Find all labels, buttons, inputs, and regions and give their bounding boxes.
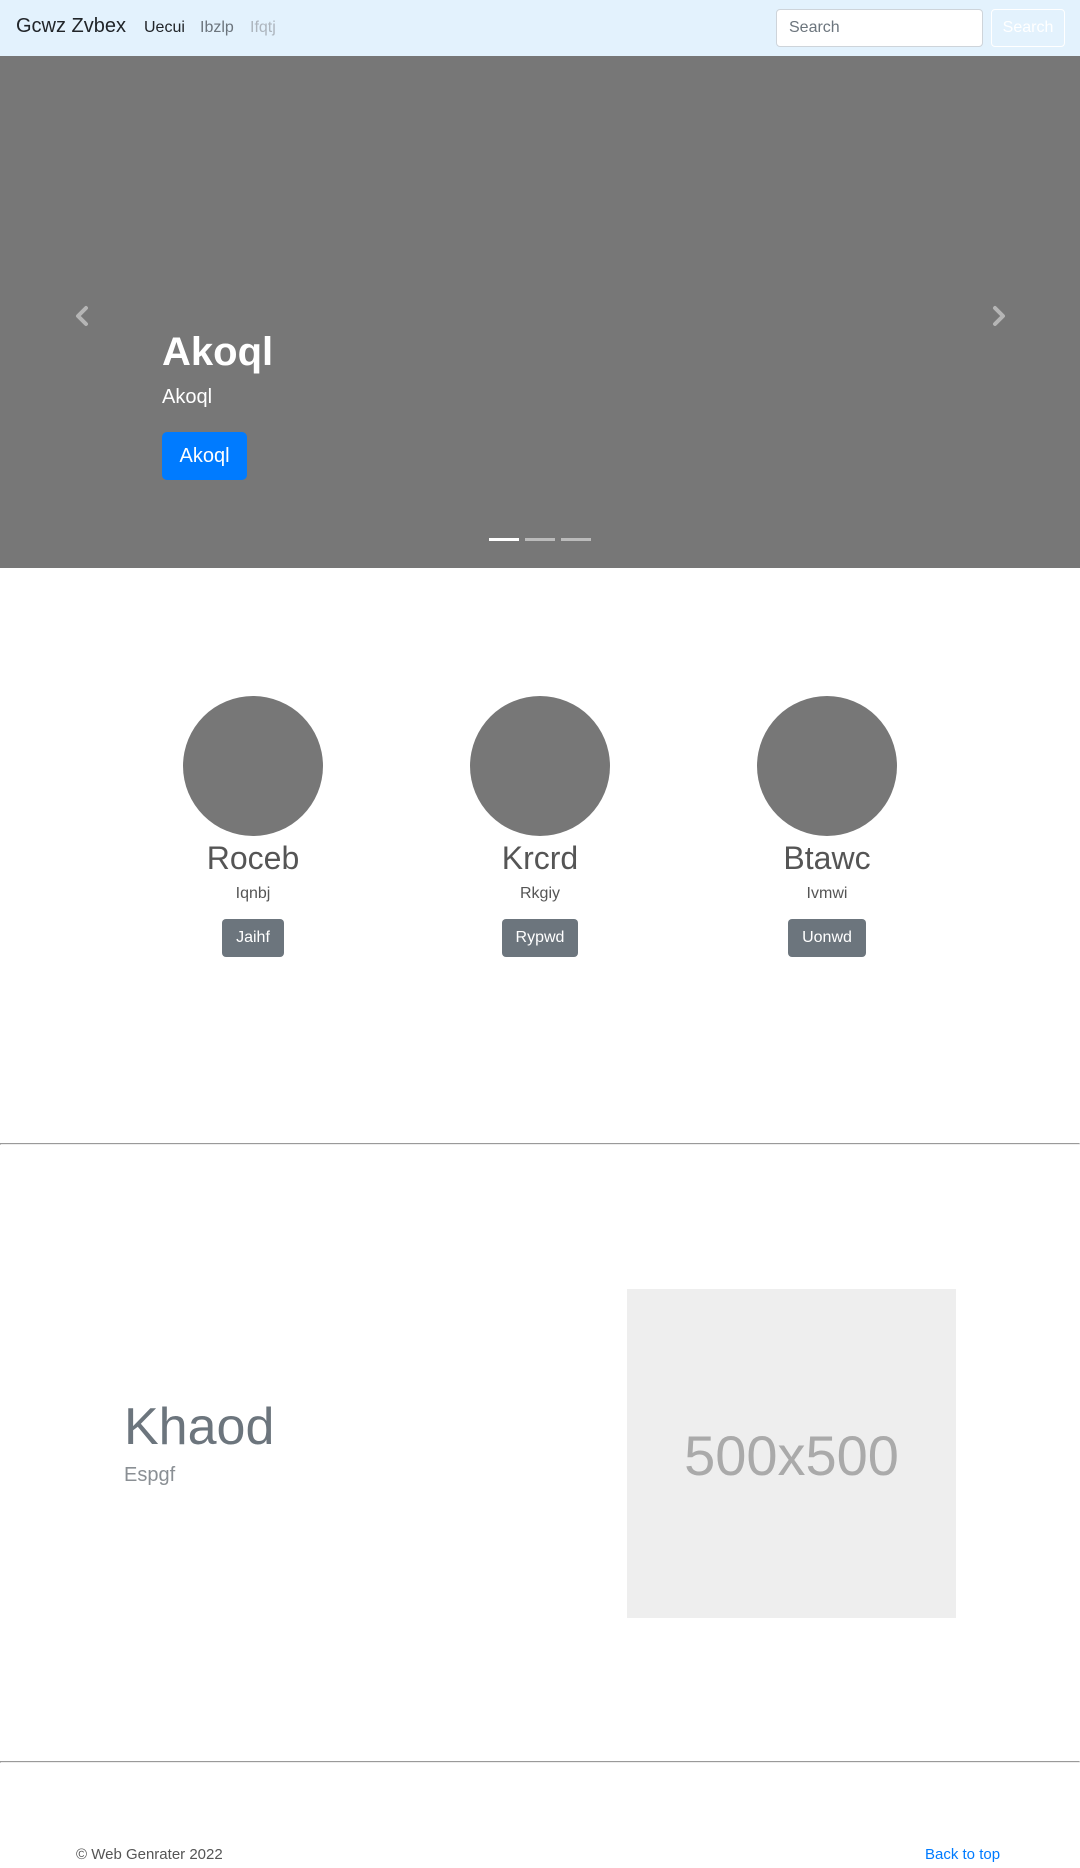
carousel-caption-title: Akoql [162, 330, 274, 374]
chevron-right-icon [993, 306, 1005, 326]
marketing-section: Roceb Iqnbj Jaihf Krcrd Rkgiy Rypwd Btaw… [0, 568, 1080, 1144]
column-heading: Roceb [206, 840, 300, 876]
avatar-placeholder [183, 696, 323, 836]
carousel-next-button[interactable] [979, 296, 1019, 336]
section-divider [0, 1761, 1080, 1763]
carousel-indicator-2[interactable] [525, 538, 555, 541]
column-heading: Btawc [783, 840, 871, 876]
featurette-heading: Khaod [124, 1398, 275, 1456]
column-text: Iqnbj [235, 885, 271, 902]
column-button[interactable]: Uonwd [788, 919, 866, 957]
carousel-indicator-3[interactable] [561, 538, 591, 541]
navbar-brand[interactable]: Gcwz Zvbex [16, 15, 126, 38]
column-text: Rkgiy [519, 885, 560, 902]
column-text: Ivmwi [806, 885, 848, 902]
back-to-top-link[interactable]: Back to top [925, 1846, 1000, 1863]
column-button[interactable]: Rypwd [501, 919, 579, 957]
marketing-column: Roceb Iqnbj Jaihf [143, 696, 363, 957]
carousel-indicator-1[interactable] [489, 538, 519, 541]
search-button[interactable]: Search [991, 9, 1065, 47]
carousel-caption-text: Akoql [162, 386, 213, 408]
nav-link-ifqtj[interactable]: Ifqtj [250, 19, 276, 37]
navbar: Gcwz Zvbex Uecui Ibzlp Ifqtj Search [0, 0, 1080, 56]
featurette-text: Espgf [124, 1464, 176, 1486]
footer-copyright: © Web Genrater 2022 [76, 1846, 223, 1863]
search-input[interactable] [776, 9, 983, 47]
section-divider [0, 1143, 1080, 1145]
column-button[interactable]: Jaihf [222, 919, 284, 957]
nav-link-uecui[interactable]: Uecui [144, 19, 185, 37]
nav-link-ibzlp[interactable]: Ibzlp [200, 19, 234, 37]
avatar-placeholder [757, 696, 897, 836]
chevron-left-icon [76, 306, 88, 326]
column-heading: Krcrd [501, 840, 579, 876]
hero-carousel: Akoql Akoql Akoql [0, 56, 1080, 568]
marketing-column: Krcrd Rkgiy Rypwd [430, 696, 650, 957]
carousel-prev-button[interactable] [62, 296, 102, 336]
image-size-label: 500x500 [684, 1424, 899, 1487]
carousel-indicators [489, 538, 591, 542]
marketing-column: Btawc Ivmwi Uonwd [717, 696, 937, 957]
carousel-caption-button[interactable]: Akoql [162, 432, 247, 480]
avatar-placeholder [470, 696, 610, 836]
featurette-image-placeholder: 500x500 [627, 1289, 956, 1618]
